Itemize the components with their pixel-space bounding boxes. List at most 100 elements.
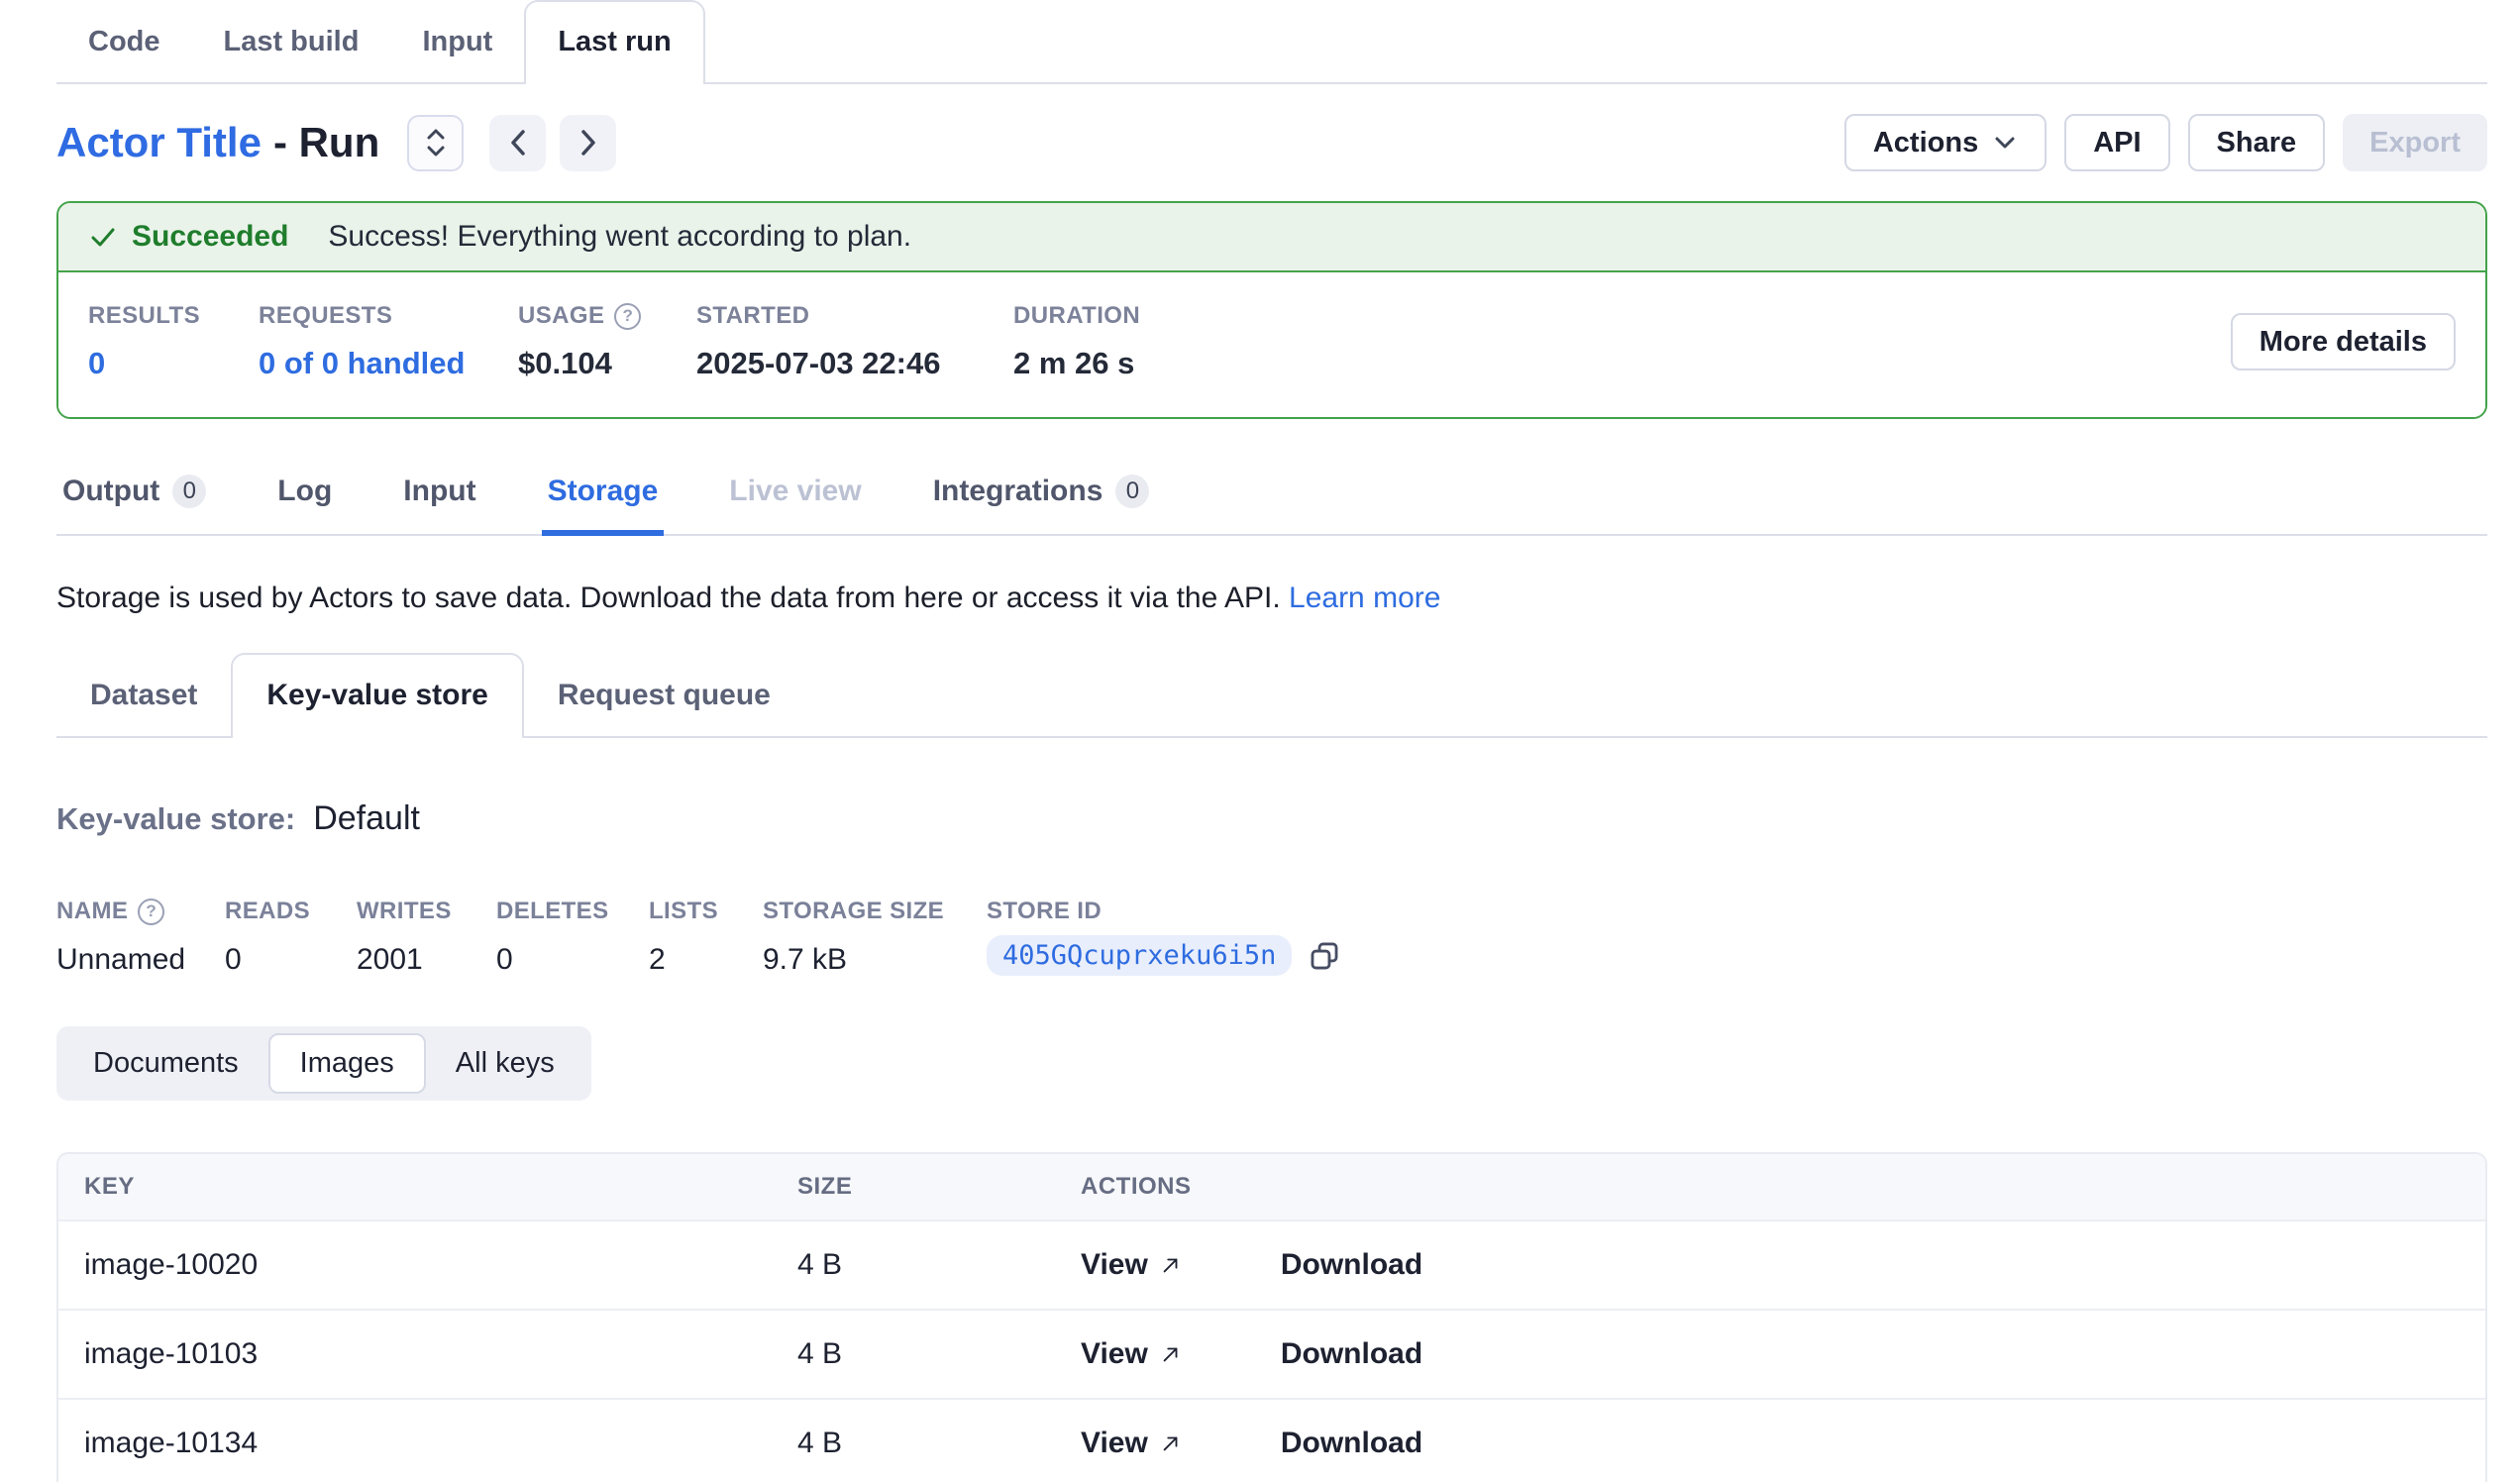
- chevron-down-icon: [1992, 130, 2018, 156]
- store-type-tabs: Dataset Key-value store Request queue: [56, 653, 2487, 738]
- tab-storage[interactable]: Storage: [542, 461, 665, 536]
- stat-requests: REQUESTS 0 of 0 handled: [259, 302, 518, 381]
- stat-results-value[interactable]: 0: [88, 346, 259, 381]
- tab-code[interactable]: Code: [56, 4, 192, 82]
- tab-output-label: Output: [62, 475, 159, 508]
- table-row: image-10103 4 B View Download: [58, 1309, 2485, 1398]
- tab-key-value-store[interactable]: Key-value store: [231, 653, 523, 738]
- share-button[interactable]: Share: [2188, 114, 2326, 171]
- kv-store-stats: NAME ? Unnamed READS 0 WRITES 2001 DELET…: [56, 898, 2487, 977]
- learn-more-link[interactable]: Learn more: [1289, 582, 1440, 614]
- kv-stat-lists-label: LISTS: [649, 898, 763, 925]
- previous-run-button[interactable]: [489, 115, 546, 171]
- up-down-chevrons-icon: [423, 127, 449, 159]
- help-icon[interactable]: ?: [138, 899, 164, 925]
- kv-stat-lists-value: 2: [649, 943, 763, 977]
- chevron-left-icon: [507, 127, 529, 159]
- api-button-label: API: [2093, 127, 2141, 159]
- actions-button-label: Actions: [1873, 127, 1978, 159]
- tab-dataset[interactable]: Dataset: [56, 657, 231, 736]
- table-row: image-10020 4 B View Download: [58, 1219, 2485, 1309]
- download-link[interactable]: Download: [1281, 1248, 1422, 1282]
- actions-button[interactable]: Actions: [1844, 114, 2047, 171]
- storage-description: Storage is used by Actors to save data. …: [56, 582, 2487, 615]
- stat-usage: USAGE ? $0.104: [518, 302, 696, 381]
- tab-run-input[interactable]: Input: [397, 461, 481, 536]
- stat-duration: DURATION 2 m 26 s: [1013, 302, 1231, 381]
- kv-stat-reads-label: READS: [225, 898, 357, 925]
- next-run-button[interactable]: [560, 115, 616, 171]
- help-icon[interactable]: ?: [614, 303, 641, 330]
- filter-documents[interactable]: Documents: [63, 1035, 268, 1092]
- external-link-icon: [1160, 1343, 1182, 1365]
- download-link[interactable]: Download: [1281, 1337, 1422, 1371]
- tab-integrations-label: Integrations: [933, 475, 1103, 508]
- api-button[interactable]: API: [2064, 114, 2169, 171]
- kv-stat-reads-value: 0: [225, 943, 357, 977]
- filter-all-keys[interactable]: All keys: [426, 1035, 584, 1092]
- kv-stat-storage-size-label: STORAGE SIZE: [763, 898, 987, 925]
- view-link-label: View: [1081, 1427, 1148, 1460]
- table-row: image-10134 4 B View Download: [58, 1398, 2485, 1482]
- download-link[interactable]: Download: [1281, 1427, 1422, 1460]
- stat-usage-value: $0.104: [518, 346, 696, 381]
- tab-last-run[interactable]: Last run: [524, 0, 704, 84]
- header-actions: Actions API Share Export: [1844, 114, 2487, 171]
- column-key: KEY: [84, 1173, 797, 1201]
- tab-output[interactable]: Output 0: [56, 461, 212, 536]
- actor-title-link[interactable]: Actor Title: [56, 119, 262, 165]
- kv-stat-writes-value: 2001: [357, 943, 496, 977]
- view-link-label: View: [1081, 1337, 1148, 1371]
- tab-live-view: Live view: [723, 461, 867, 536]
- tab-last-build[interactable]: Last build: [192, 4, 391, 82]
- keys-table-header: KEY SIZE ACTIONS: [58, 1154, 2485, 1219]
- kv-stat-reads: READS 0: [225, 898, 357, 977]
- share-button-label: Share: [2217, 127, 2297, 159]
- kv-stat-name: NAME ? Unnamed: [56, 898, 225, 977]
- stat-usage-label: USAGE ?: [518, 302, 696, 330]
- run-stats: RESULTS 0 REQUESTS 0 of 0 handled USAGE …: [58, 272, 2485, 417]
- more-details-button[interactable]: More details: [2231, 313, 2456, 370]
- page-title: Actor Title- Run: [56, 119, 379, 166]
- run-selector-button[interactable]: [407, 115, 464, 171]
- stat-started: STARTED 2025-07-03 22:46: [696, 302, 1013, 381]
- copy-icon[interactable]: [1308, 939, 1341, 973]
- run-detail-tabs: Output 0 Log Input Storage Live view Int…: [56, 461, 2487, 536]
- view-link[interactable]: View: [1081, 1427, 1182, 1460]
- stat-results: RESULTS 0: [88, 302, 259, 381]
- row-key: image-10020: [84, 1248, 797, 1282]
- row-actions: View Download: [1081, 1337, 2460, 1371]
- tab-request-queue[interactable]: Request queue: [524, 657, 804, 736]
- tab-live-view-label: Live view: [729, 475, 861, 508]
- filter-images[interactable]: Images: [268, 1033, 426, 1094]
- kv-stat-store-id: STORE ID 405GQcuprxeku6i5n: [987, 898, 1341, 977]
- row-key: image-10134: [84, 1427, 797, 1460]
- row-key: image-10103: [84, 1337, 797, 1371]
- export-button: Export: [2343, 114, 2487, 171]
- tab-input[interactable]: Input: [390, 4, 524, 82]
- kv-store-label: Key-value store:: [56, 801, 295, 837]
- tab-log[interactable]: Log: [271, 461, 338, 536]
- download-link-label: Download: [1281, 1427, 1422, 1460]
- output-count-badge: 0: [172, 475, 206, 508]
- run-status-card: Succeeded Success! Everything went accor…: [56, 201, 2487, 419]
- kv-stat-storage-size-value: 9.7 kB: [763, 943, 987, 977]
- chevron-right-icon: [578, 127, 599, 159]
- store-id-value[interactable]: 405GQcuprxeku6i5n: [987, 935, 1292, 976]
- row-size: 4 B: [797, 1248, 1081, 1282]
- external-link-icon: [1160, 1432, 1182, 1454]
- stat-duration-label: DURATION: [1013, 302, 1231, 330]
- storage-description-text: Storage is used by Actors to save data. …: [56, 582, 1281, 614]
- view-link[interactable]: View: [1081, 1248, 1182, 1282]
- tab-integrations[interactable]: Integrations 0: [927, 461, 1156, 536]
- kv-stat-name-label: NAME ?: [56, 898, 225, 925]
- row-actions: View Download: [1081, 1427, 2460, 1460]
- stat-requests-value[interactable]: 0 of 0 handled: [259, 346, 518, 381]
- kv-stat-name-label-text: NAME: [56, 898, 128, 925]
- view-link[interactable]: View: [1081, 1337, 1182, 1371]
- kv-stat-deletes: DELETES 0: [496, 898, 649, 977]
- tab-storage-label: Storage: [548, 475, 659, 508]
- kv-store-name: Default: [313, 799, 420, 838]
- kv-stat-writes-label: WRITES: [357, 898, 496, 925]
- tab-log-label: Log: [277, 475, 332, 508]
